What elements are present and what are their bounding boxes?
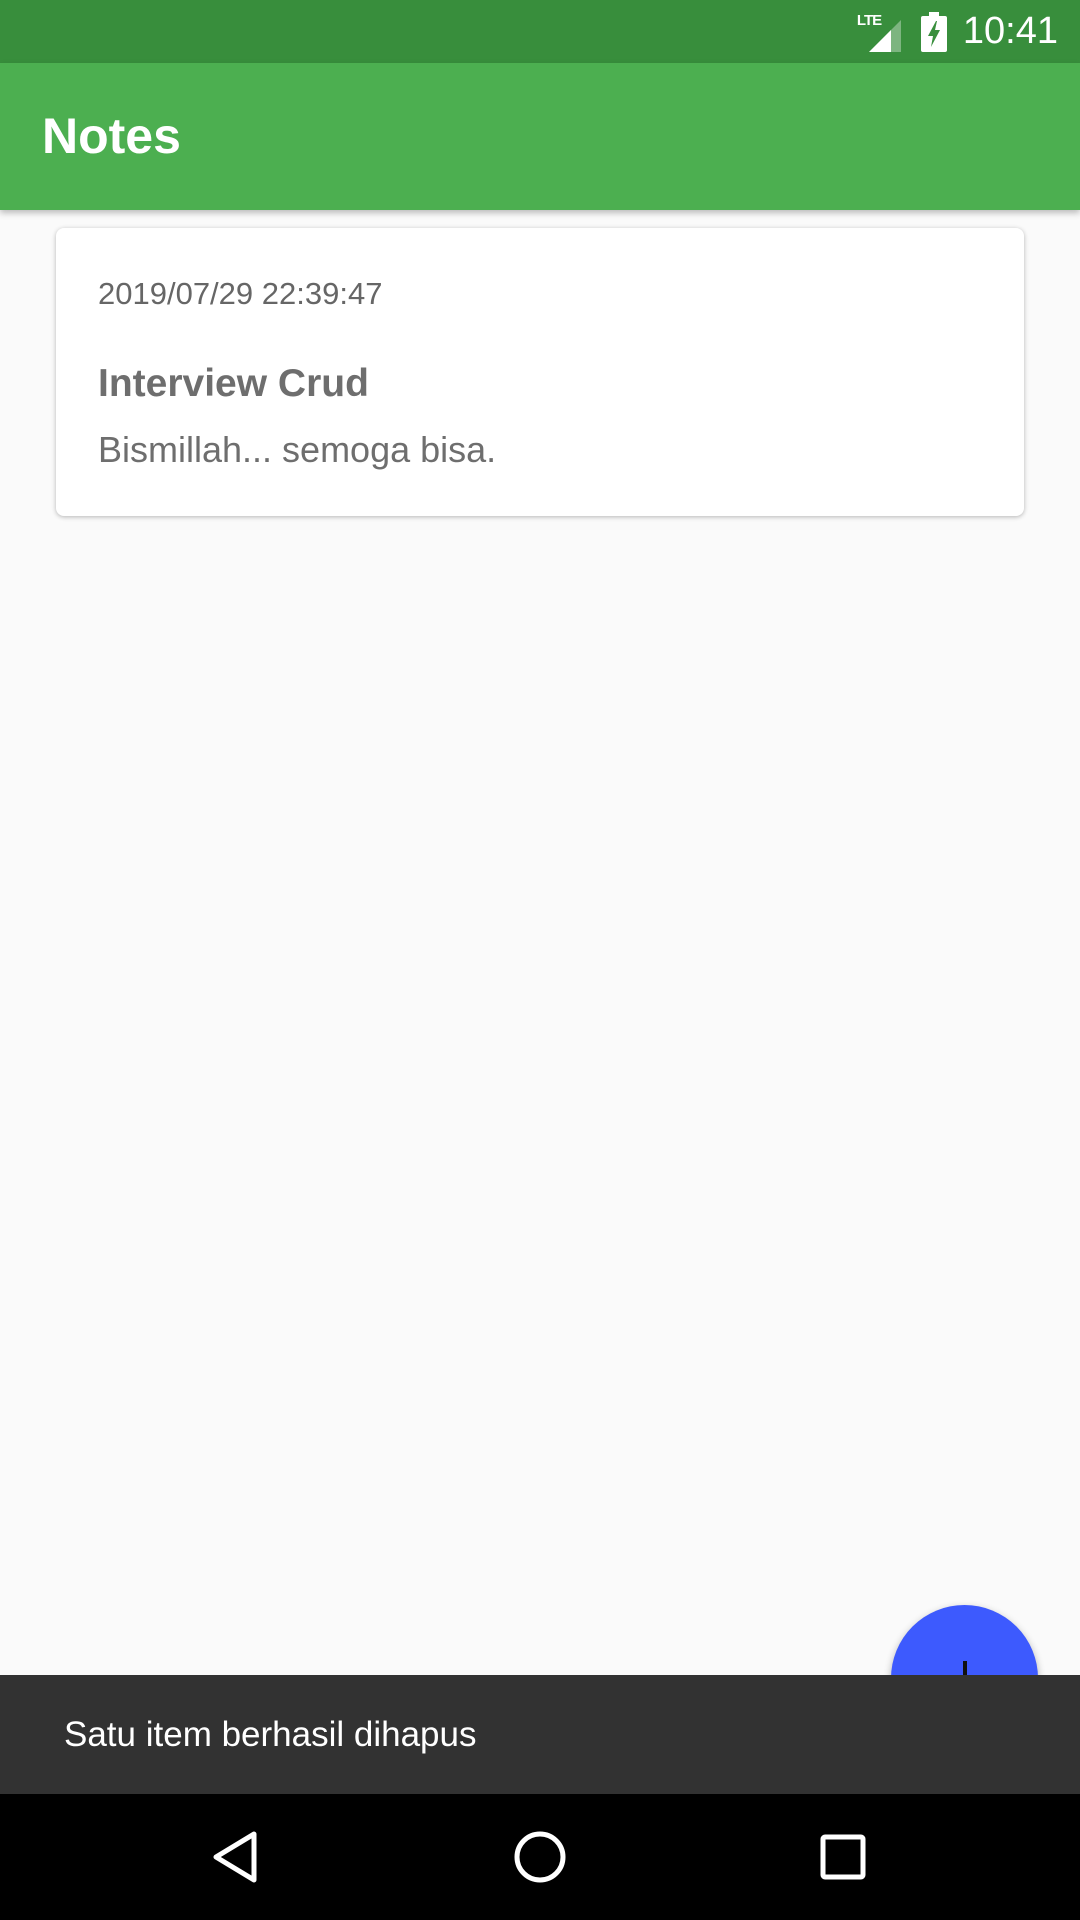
battery-charging-icon [920,11,947,52]
note-title: Interview Crud [98,362,369,405]
note-date: 2019/07/29 22:39:47 [98,276,383,311]
snackbar: Satu item berhasil dihapus [0,1675,1080,1794]
lte-signal-icon: LTE [857,12,903,52]
status-bar: LTE 10:41 [0,0,1080,63]
status-time: 10:41 [962,10,1058,52]
snackbar-message: Satu item berhasil dihapus [64,1715,477,1754]
note-body: Bismillah... semoga bisa. [98,429,497,470]
back-icon[interactable] [200,1822,270,1892]
status-icons: LTE 10:41 [857,0,1058,63]
home-icon[interactable] [505,1822,575,1892]
note-card[interactable]: 2019/07/29 22:39:47 Interview Crud Bismi… [56,228,1024,516]
recents-icon[interactable] [808,1822,878,1892]
app-title: Notes [42,108,181,164]
navigation-bar [0,1794,1080,1920]
app-bar: Notes [0,63,1080,210]
